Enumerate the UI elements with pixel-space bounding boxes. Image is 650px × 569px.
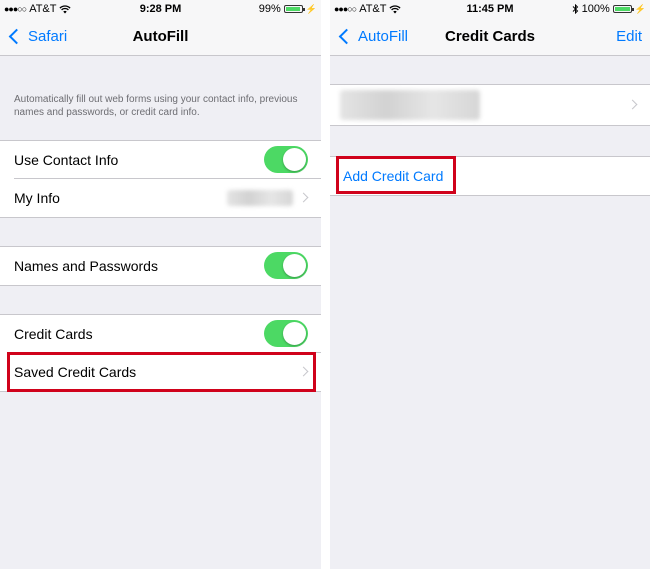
names-passwords-toggle[interactable] [264, 252, 308, 279]
names-passwords-group: Names and Passwords [0, 246, 321, 286]
status-bar: ●●●○○ AT&T 11:45 PM 100% ⚡ [330, 0, 650, 18]
credit-cards-group: Credit Cards Saved Credit Cards [0, 314, 321, 392]
charging-icon: ⚡ [634, 4, 646, 14]
names-passwords-row: Names and Passwords [0, 247, 321, 285]
chevron-right-icon [298, 366, 309, 377]
credit-cards-toggle[interactable] [264, 320, 308, 347]
use-contact-info-row: Use Contact Info [0, 141, 321, 179]
contact-info-group: Use Contact Info My Info [0, 140, 321, 218]
use-contact-info-label: Use Contact Info [14, 152, 119, 168]
add-credit-card-row[interactable]: Add Credit Card [330, 157, 650, 195]
saved-card-row[interactable] [330, 85, 650, 125]
bluetooth-icon [572, 4, 578, 14]
autofill-screen: ●●●○○ AT&T 9:28 PM 99% ⚡ Safari AutoFill… [0, 0, 321, 569]
my-info-value-redacted [227, 190, 293, 206]
saved-card-redacted [340, 90, 480, 120]
saved-credit-cards-label: Saved Credit Cards [14, 364, 137, 380]
use-contact-info-toggle[interactable] [264, 146, 308, 173]
page-title: AutoFill [132, 28, 189, 45]
page-title: Credit Cards [444, 28, 536, 45]
chevron-right-icon [298, 192, 309, 203]
credit-cards-row: Credit Cards [0, 315, 321, 353]
add-card-group: Add Credit Card [330, 156, 650, 196]
saved-credit-cards-row[interactable]: Saved Credit Cards [0, 353, 321, 391]
edit-button[interactable]: Edit [616, 18, 642, 55]
autofill-description: Automatically fill out web forms using y… [14, 94, 298, 118]
chevron-right-icon [627, 99, 638, 110]
charging-icon: ⚡ [305, 4, 317, 14]
saved-cards-group [330, 84, 650, 126]
credit-cards-label: Credit Cards [14, 326, 93, 342]
navigation-bar: AutoFill Credit Cards Edit [330, 18, 650, 56]
my-info-row[interactable]: My Info [0, 179, 321, 217]
battery-icon [283, 5, 305, 13]
status-bar: ●●●○○ AT&T 9:28 PM 99% ⚡ [0, 0, 321, 18]
add-credit-card-button[interactable]: Add Credit Card [343, 157, 443, 195]
battery-percent: 100% [581, 3, 610, 15]
my-info-label: My Info [14, 190, 60, 206]
battery-icon [612, 5, 634, 13]
credit-cards-screen: ●●●○○ AT&T 11:45 PM 100% ⚡ AutoFill Cred… [330, 0, 650, 569]
navigation-bar: Safari AutoFill [0, 18, 321, 56]
battery-percent: 99% [258, 3, 281, 15]
names-passwords-label: Names and Passwords [14, 258, 158, 274]
